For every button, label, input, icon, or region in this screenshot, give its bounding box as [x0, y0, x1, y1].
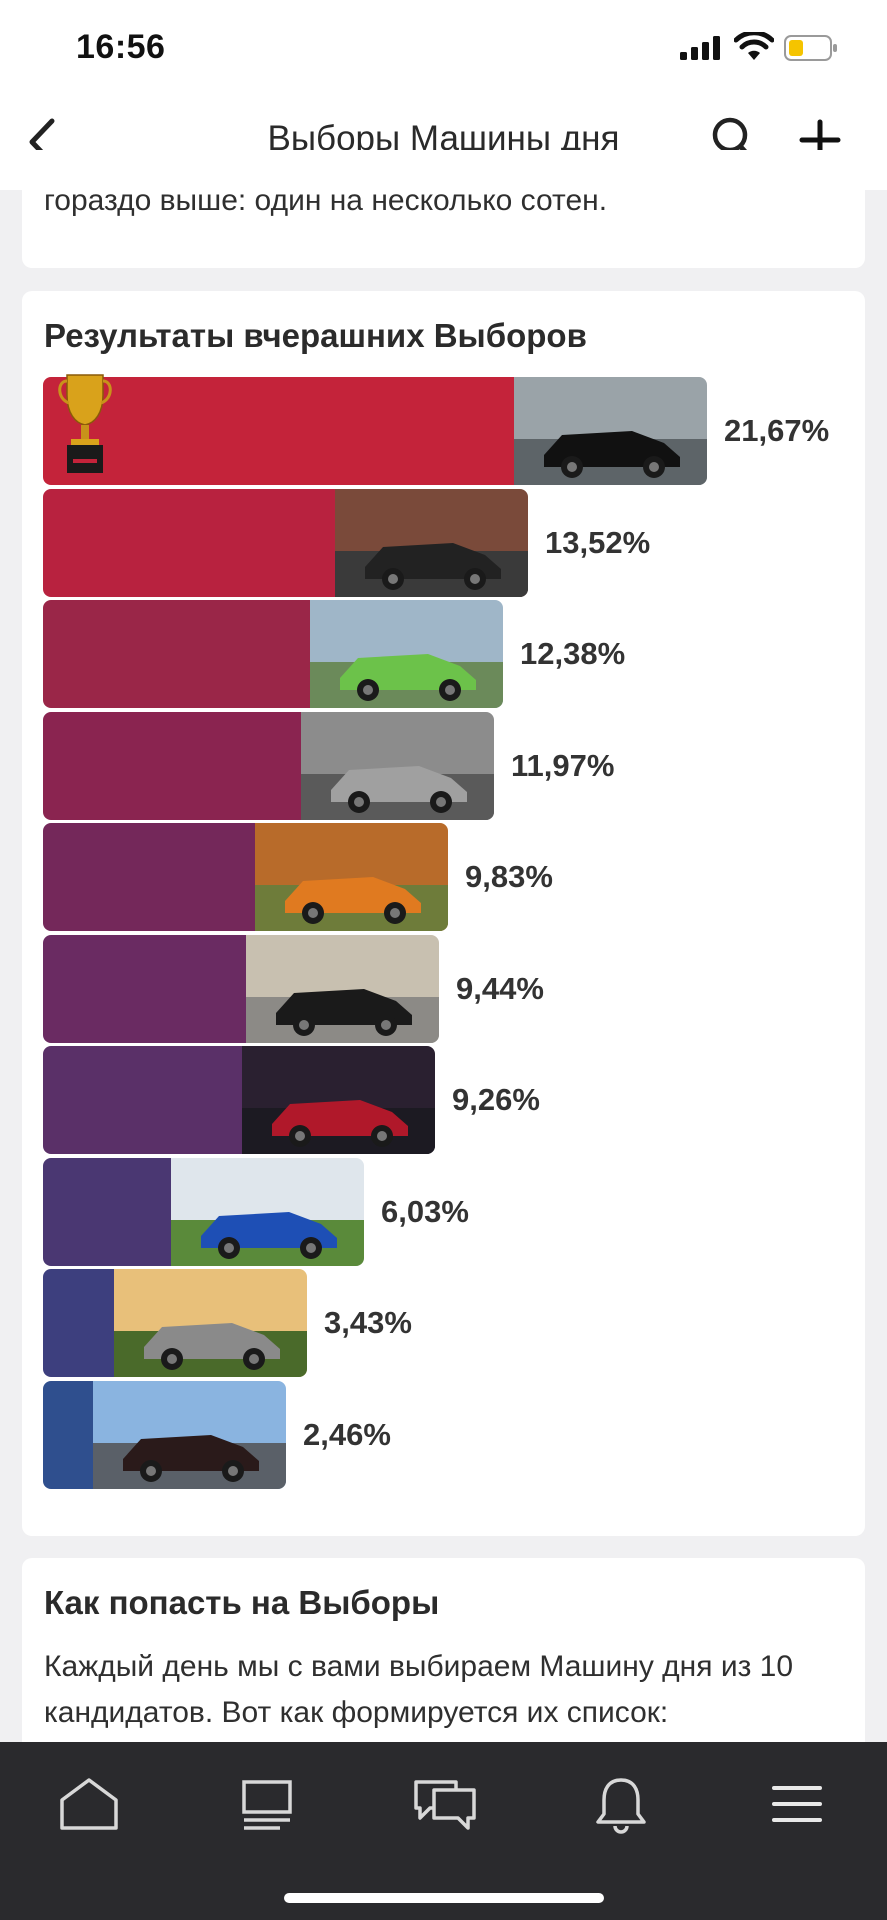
result-percent: 9,26% [452, 1082, 540, 1117]
result-bar[interactable] [43, 823, 448, 931]
status-time: 16:56 [76, 28, 166, 66]
result-bar[interactable] [43, 488, 528, 597]
result-row: 12,38% [43, 600, 863, 708]
car-photo [171, 1157, 364, 1266]
home-indicator [284, 1893, 604, 1903]
result-percent: 21,67% [724, 413, 830, 448]
intro-card: гораздо выше: один на несколько сотен. [22, 150, 865, 268]
result-row: 21,67% [43, 374, 863, 485]
car-photo [310, 600, 503, 708]
result-percent: 3,43% [324, 1305, 412, 1340]
result-bar[interactable] [43, 1157, 364, 1266]
car-photo [246, 934, 439, 1043]
result-percent: 6,03% [381, 1193, 469, 1229]
result-bar-fill [43, 1380, 93, 1489]
car-photo [242, 1046, 435, 1154]
wifi-icon [734, 32, 774, 60]
result-row: 9,44% [43, 934, 863, 1043]
result-row: 6,03% [43, 1157, 863, 1266]
result-row: 13,52% [43, 488, 863, 597]
result-bar-fill [43, 488, 335, 597]
result-row: 9,26% [43, 1046, 863, 1154]
car-photo [514, 377, 707, 485]
results-title: Результаты вчерашних Выборов [44, 317, 587, 354]
result-bar[interactable] [43, 1046, 435, 1154]
result-row: 3,43% [43, 1269, 863, 1377]
result-bar-fill [43, 711, 301, 820]
how-title: Как попасть на Выборы [44, 1584, 440, 1621]
results-card: Результаты вчерашних Выборов 21,67% 13,52… [22, 291, 865, 1536]
result-bar-fill [43, 1046, 242, 1154]
car-photo [114, 1269, 307, 1377]
trophy-icon [58, 374, 112, 473]
result-bar[interactable] [43, 934, 439, 1043]
result-percent: 9,83% [465, 859, 553, 894]
result-row: 11,97% [43, 711, 863, 820]
status-bar: 16:56 [0, 0, 887, 95]
result-row: 9,83% [43, 823, 863, 931]
result-percent: 11,97% [511, 747, 615, 783]
result-bar[interactable] [43, 711, 494, 820]
how-text: Каждый день мы с вами выбираем Машину дн… [44, 1650, 794, 1729]
intro-text: гораздо выше: один на несколько сотен. [44, 184, 608, 217]
battery-icon [784, 35, 837, 61]
result-percent: 13,52% [545, 524, 651, 560]
result-percent: 9,44% [456, 970, 544, 1006]
notifications-icon[interactable] [586, 1774, 656, 1834]
result-percent: 12,38% [520, 636, 626, 671]
result-bar[interactable] [43, 1269, 307, 1377]
result-bar[interactable] [43, 600, 503, 708]
result-bar-fill [43, 934, 246, 1043]
result-bar-fill [43, 600, 310, 708]
result-bar-fill [43, 823, 255, 931]
result-row: 2,46% [43, 1380, 863, 1489]
result-bar-fill [43, 1269, 114, 1377]
result-percent: 2,46% [303, 1416, 391, 1452]
car-photo [301, 711, 494, 820]
result-bar[interactable] [43, 377, 707, 485]
car-photo [255, 823, 448, 931]
result-bar[interactable] [43, 1380, 286, 1489]
home-icon[interactable] [54, 1774, 124, 1834]
messages-icon[interactable] [410, 1774, 480, 1834]
menu-icon[interactable] [762, 1774, 832, 1834]
car-photo [93, 1380, 286, 1489]
cellular-signal-icon [680, 36, 720, 60]
car-photo [335, 488, 528, 597]
result-bar-fill [43, 1157, 171, 1266]
result-bar-fill [43, 377, 514, 485]
feed-icon[interactable] [232, 1774, 302, 1834]
